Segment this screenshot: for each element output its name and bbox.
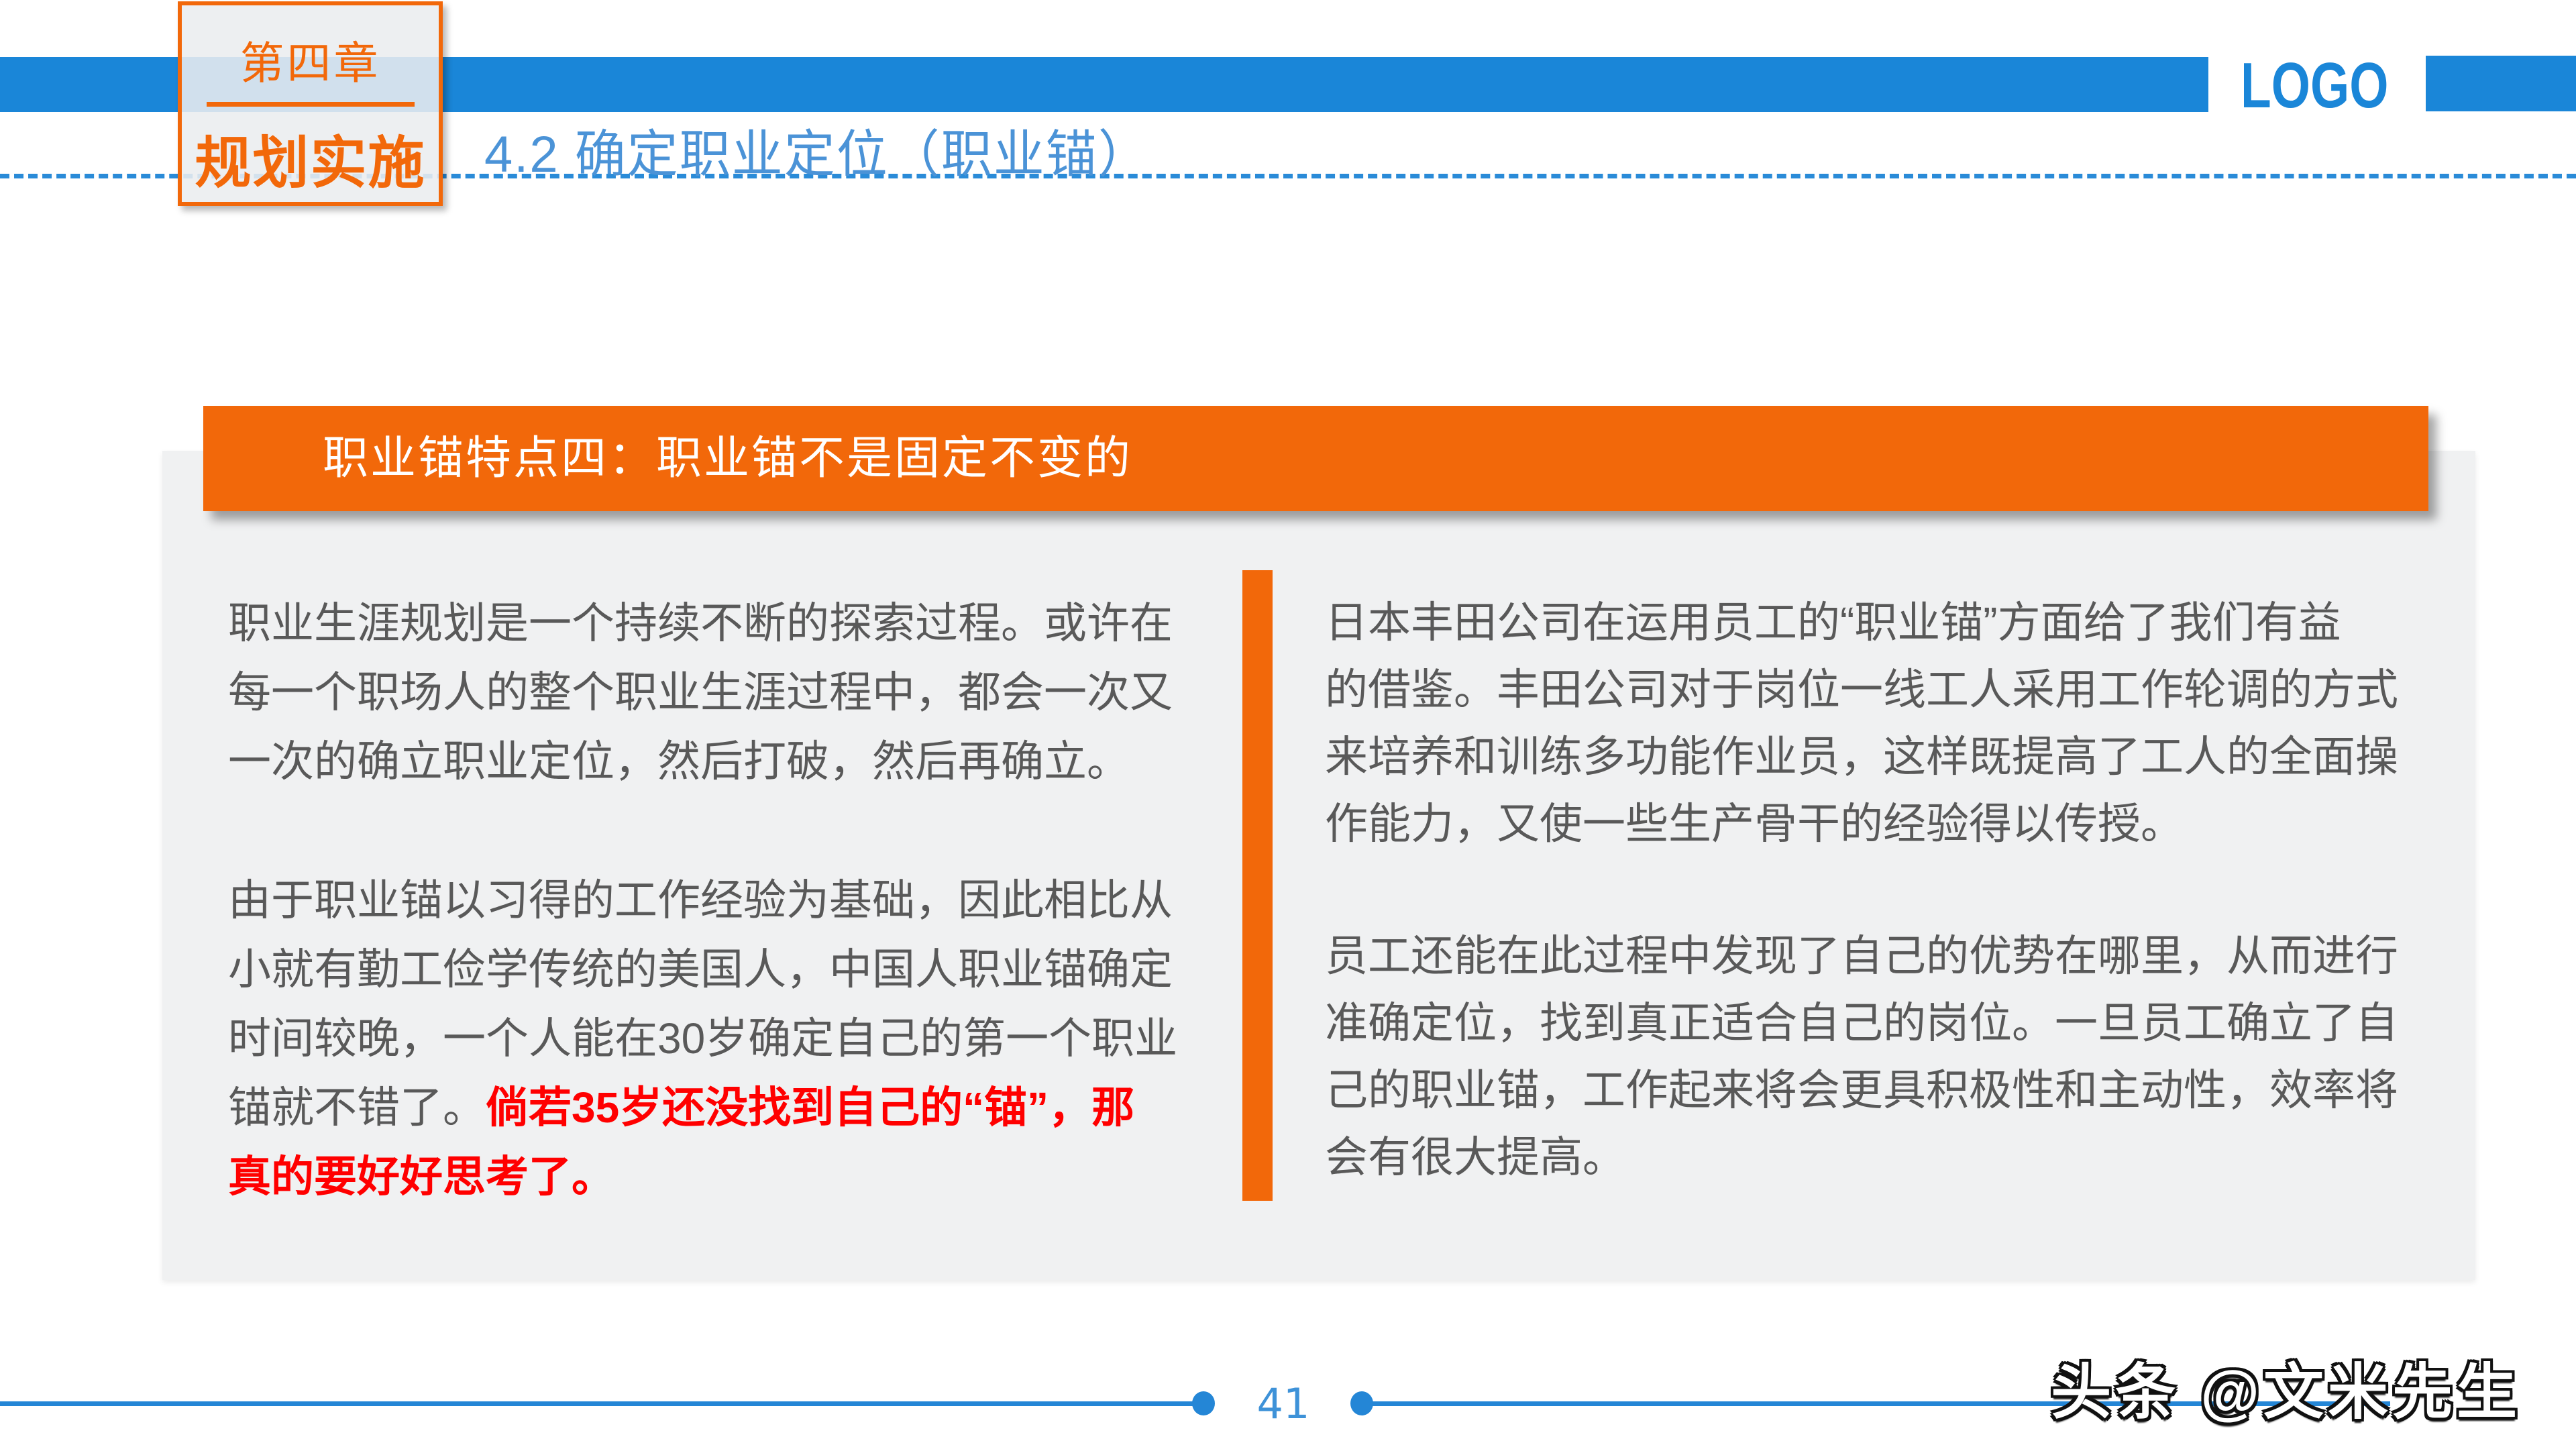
text-line: 己的职业锚，工作起来将会更具积极性和主动性，效率将	[1325, 1057, 2418, 1124]
text-line: 会有很大提高。	[1325, 1124, 2418, 1191]
text-line: 小就有勤工俭学传统的美国人，中国人职业锚确定	[228, 935, 1254, 1004]
text-line: 时间较晚，一个人能在30岁确定自己的第一个职业	[228, 1004, 1254, 1073]
chapter-name: 规划实施	[182, 132, 439, 194]
chapter-number: 第四章	[182, 39, 439, 87]
footer-dot-icon	[1192, 1391, 1215, 1415]
logo: LOGO	[2241, 52, 2388, 119]
text-line-mixed: 锚就不错了。倘若35岁还没找到自己的“锚”，那	[228, 1073, 1254, 1142]
feature-banner: 职业锚特点四：职业锚不是固定不变的	[203, 406, 2428, 511]
text-line: 每一个职场人的整个职业生涯过程中，都会一次又	[228, 658, 1254, 727]
text-line: 准确定位，找到真正适合自己的岗位。一旦员工确立了自	[1325, 989, 2418, 1057]
text-line: 来培养和训练多功能作业员，这样既提高了工人的全面操	[1325, 723, 2418, 790]
right-paragraph-1: 日本丰田公司在运用员工的“职业锚”方面给了我们有益 的借鉴。丰田公司对于岗位一线…	[1325, 589, 2418, 857]
text-highlight-part: 倘若35岁还没找到自己的“锚”，那	[486, 1083, 1134, 1132]
left-column: 职业生涯规划是一个持续不断的探索过程。或许在 每一个职场人的整个职业生涯过程中，…	[228, 589, 1254, 1212]
text-line-highlight: 真的要好好思考了。	[228, 1142, 1254, 1212]
left-paragraph-1: 职业生涯规划是一个持续不断的探索过程。或许在 每一个职场人的整个职业生涯过程中，…	[228, 589, 1254, 796]
footer-dot-icon	[1350, 1391, 1373, 1415]
text-line: 的借鉴。丰田公司对于岗位一线工人采用工作轮调的方式	[1325, 656, 2418, 723]
left-paragraph-2: 由于职业锚以习得的工作经验为基础，因此相比从 小就有勤工俭学传统的美国人，中国人…	[228, 866, 1254, 1212]
page-number: 41	[1240, 1379, 1327, 1428]
text-normal-part: 锚就不错了。	[228, 1083, 486, 1132]
right-column: 日本丰田公司在运用员工的“职业锚”方面给了我们有益 的借鉴。丰田公司对于岗位一线…	[1325, 589, 2418, 1191]
text-line: 日本丰田公司在运用员工的“职业锚”方面给了我们有益	[1325, 589, 2418, 656]
section-title: 4.2 确定职业定位（职业锚）	[484, 113, 1150, 186]
text-line: 职业生涯规划是一个持续不断的探索过程。或许在	[228, 589, 1254, 658]
feature-banner-title: 职业锚特点四：职业锚不是固定不变的	[203, 406, 2428, 511]
text-line: 一次的确立职业定位，然后打破，然后再确立。	[228, 727, 1254, 796]
header-bar-right-segment	[2426, 56, 2576, 111]
footer-line-left	[0, 1401, 1194, 1406]
right-paragraph-2: 员工还能在此过程中发现了自己的优势在哪里，从而进行 准确定位，找到真正适合自己的…	[1325, 922, 2418, 1191]
chapter-tab: 第四章 规划实施	[178, 1, 443, 206]
text-line: 由于职业锚以习得的工作经验为基础，因此相比从	[228, 866, 1254, 935]
text-line: 作能力，又使一些生产骨干的经验得以传授。	[1325, 790, 2418, 857]
slide: LOGO 第四章 规划实施 4.2 确定职业定位（职业锚） 职业锚特点四：职业锚…	[0, 0, 2576, 1449]
chapter-divider-line	[207, 102, 415, 107]
text-line: 员工还能在此过程中发现了自己的优势在哪里，从而进行	[1325, 922, 2418, 989]
watermark: 头条 @文米先生	[2051, 1343, 2521, 1430]
